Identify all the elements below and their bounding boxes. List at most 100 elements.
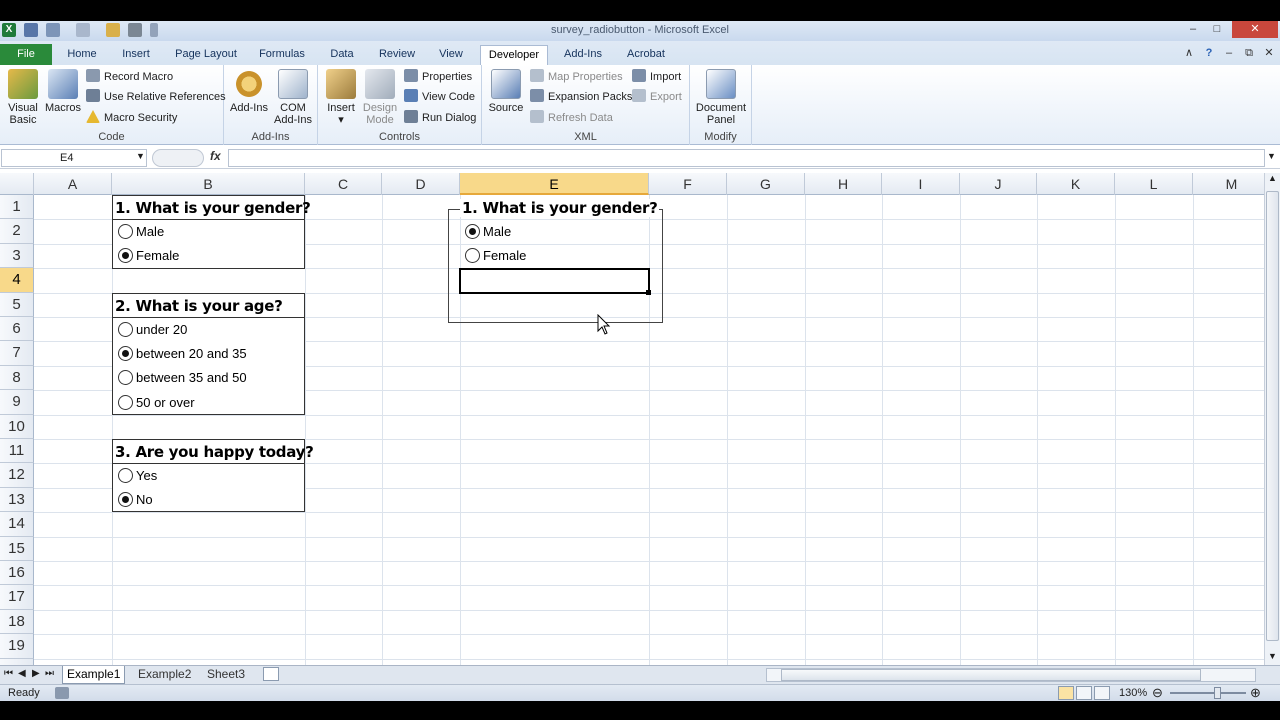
tab-insert[interactable]: Insert [112,45,160,65]
tab-acrobat[interactable]: Acrobat [618,45,674,65]
visual-basic-button[interactable]: Visual Basic [4,69,42,126]
add-ins-button[interactable]: Add-Ins [228,69,270,114]
radio-option-yes[interactable]: Yes [118,466,157,486]
radio-option-20-35[interactable]: between 20 and 35 [118,344,247,364]
row-header-8[interactable]: 8 [0,365,34,391]
properties-button[interactable]: Properties [404,69,472,85]
column-header-c[interactable]: C [305,173,382,195]
insert-function-icon[interactable]: fx [210,149,221,163]
radio-option-female[interactable]: Female [118,246,179,266]
tab-formulas[interactable]: Formulas [252,45,312,65]
expand-formula-bar-icon[interactable]: ▼ [1267,151,1276,161]
row-header-6[interactable]: 6 [0,317,34,342]
vertical-scroll-thumb[interactable] [1266,191,1279,641]
view-code-button[interactable]: View Code [404,89,475,105]
column-header-k[interactable]: K [1037,173,1115,195]
use-relative-references-button[interactable]: Use Relative References [86,89,226,105]
design-mode-button[interactable]: Design Mode [360,69,400,126]
radio-button-male[interactable] [118,224,133,239]
expansion-packs-button[interactable]: Expansion Packs [530,89,632,105]
radio-button-50-over[interactable] [118,395,133,410]
workbook-close-button[interactable]: ✕ [1258,45,1280,62]
column-header-l[interactable]: L [1115,173,1193,195]
radio-option-under-20[interactable]: under 20 [118,320,187,340]
row-header-12[interactable]: 12 [0,463,34,488]
horizontal-scrollbar[interactable] [766,668,1256,682]
column-header-i[interactable]: I [882,173,960,195]
normal-view-icon[interactable] [1058,686,1074,700]
column-header-h[interactable]: H [805,173,882,195]
macro-record-icon[interactable] [55,687,69,699]
tab-page-layout[interactable]: Page Layout [168,45,244,65]
group-box-caption[interactable]: 1. What is your gender? [460,199,660,217]
row-header-2[interactable]: 2 [0,219,34,244]
group-radio-option-female[interactable]: Female [465,246,526,266]
radio-button-no[interactable] [118,492,133,507]
workbook-restore-button[interactable]: ⧉ [1238,45,1260,62]
row-header-3[interactable]: 3 [0,243,34,269]
minimize-ribbon-icon[interactable]: ∧ [1178,45,1200,62]
select-all-corner[interactable] [0,173,34,195]
row-header-10[interactable]: 10 [0,414,34,439]
row-header-15[interactable]: 15 [0,536,34,561]
macros-button[interactable]: Macros [44,69,82,114]
row-header-9[interactable]: 9 [0,390,34,415]
row-header-4[interactable]: 4 [0,268,34,293]
import-button[interactable]: Import [632,69,681,85]
insert-control-button[interactable]: Insert ▾ [322,69,360,126]
first-sheet-icon[interactable]: ⏮ [4,668,13,679]
maximize-button[interactable]: □ [1206,21,1228,38]
radio-option-50-over[interactable]: 50 or over [118,393,195,413]
worksheet-grid[interactable]: A B C D E F G H I J K L M 1 2 3 4 5 6 7 8 9 10 11 1… [0,173,1264,665]
radio-option-male[interactable]: Male [118,222,164,242]
sheet-tab-example1[interactable]: Example1 [62,666,126,684]
tab-review[interactable]: Review [372,45,422,65]
group-radio-option-male[interactable]: Male [465,222,511,242]
tab-file[interactable]: File [0,44,52,65]
formula-bar-grip-icon[interactable] [152,149,204,167]
column-header-e[interactable]: E [460,173,649,195]
radio-option-35-50[interactable]: between 35 and 50 [118,368,247,388]
column-header-g[interactable]: G [727,173,805,195]
tab-data[interactable]: Data [320,45,364,65]
row-header-16[interactable]: 16 [0,561,34,586]
last-sheet-icon[interactable]: ⏭ [45,668,54,679]
row-header-13[interactable]: 13 [0,487,34,513]
radio-button-20-35[interactable] [118,346,133,361]
name-box-dropdown-icon[interactable]: ▼ [136,151,145,161]
row-header-19[interactable]: 19 [0,634,34,659]
zoom-slider[interactable] [1170,692,1246,694]
record-macro-button[interactable]: Record Macro [86,69,173,85]
column-header-d[interactable]: D [382,173,460,195]
refresh-data-button[interactable]: Refresh Data [530,110,613,126]
sheet-tab-example2[interactable]: Example2 [134,666,195,684]
row-header-1[interactable]: 1 [0,195,34,220]
map-properties-button[interactable]: Map Properties [530,69,623,85]
name-box[interactable]: E4 [1,149,147,167]
page-break-view-icon[interactable] [1094,686,1110,700]
workbook-minimize-button[interactable]: – [1218,45,1240,62]
next-sheet-icon[interactable]: ▶ [32,668,40,679]
zoom-in-icon[interactable]: ⊕ [1250,685,1261,701]
radio-option-no[interactable]: No [118,490,153,510]
prev-sheet-icon[interactable]: ◀ [18,668,26,679]
row-header-7[interactable]: 7 [0,341,34,366]
tab-view[interactable]: View [430,45,472,65]
insert-sheet-icon[interactable] [263,667,279,681]
row-header-11[interactable]: 11 [0,439,34,464]
tab-home[interactable]: Home [60,45,104,65]
active-cell-e4[interactable] [459,268,650,294]
radio-button-yes[interactable] [118,468,133,483]
macro-security-button[interactable]: Macro Security [86,110,177,126]
group-radio-button-male[interactable] [465,224,480,239]
radio-button-35-50[interactable] [118,370,133,385]
group-radio-button-female[interactable] [465,248,480,263]
horizontal-scroll-thumb[interactable] [781,669,1201,681]
column-header-f[interactable]: F [649,173,727,195]
tab-add-ins[interactable]: Add-Ins [556,45,610,65]
help-icon[interactable]: ? [1198,45,1220,62]
close-button[interactable]: ✕ [1232,21,1278,38]
scroll-up-icon[interactable]: ▲ [1268,173,1277,183]
page-layout-view-icon[interactable] [1076,686,1092,700]
sheet-tab-sheet3[interactable]: Sheet3 [203,666,249,684]
